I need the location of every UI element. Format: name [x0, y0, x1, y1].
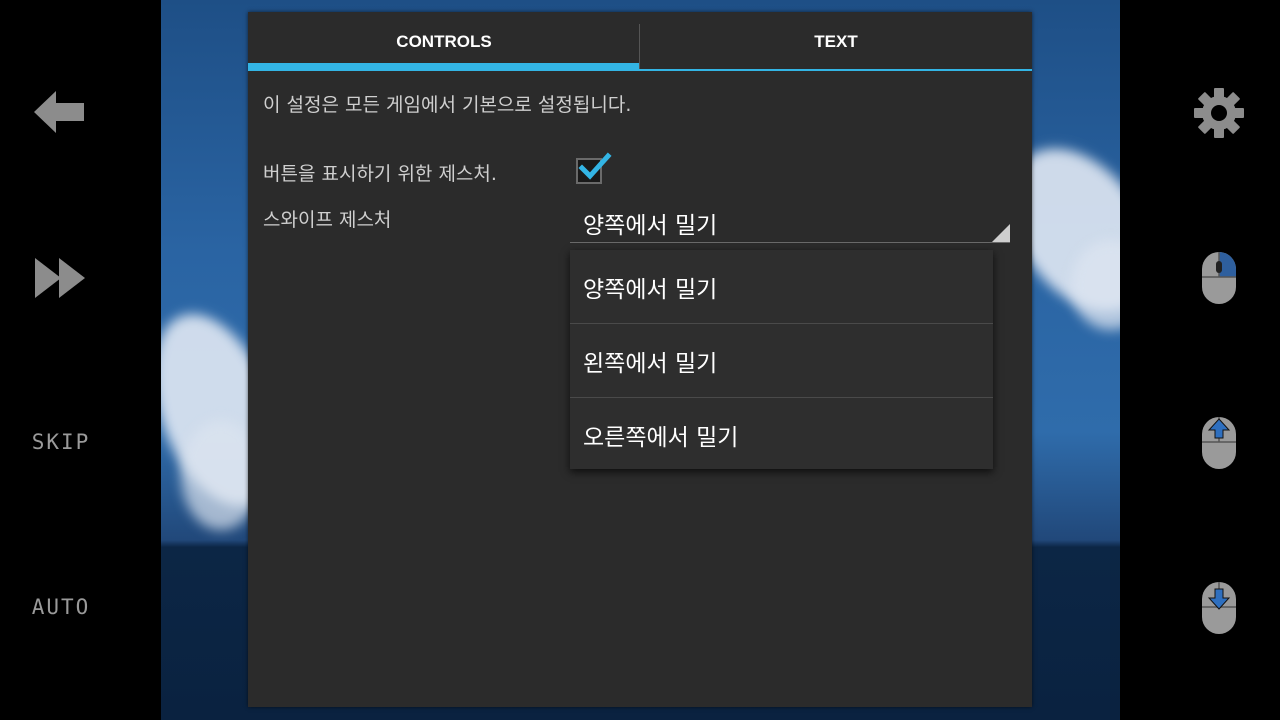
swipe-label: 스와이프 제스처	[263, 209, 392, 231]
settings-button[interactable]	[1192, 86, 1246, 140]
fast-forward-button[interactable]	[30, 252, 90, 304]
dropdown-option-right[interactable]: 오른쪽에서 밀기	[570, 398, 993, 471]
tab-divider	[639, 24, 640, 70]
back-arrow-icon	[34, 91, 84, 133]
mouse-scroll-down-icon	[1202, 582, 1236, 634]
mouse-right-click-button[interactable]	[1200, 250, 1238, 306]
mouse-scroll-up-icon	[1202, 417, 1236, 469]
skip-button[interactable]: SKIP	[20, 424, 102, 460]
tab-bar: CONTROLS TEXT	[248, 12, 1032, 72]
spinner-corner-icon	[992, 224, 1010, 242]
selected-tab-indicator	[248, 63, 639, 71]
left-control-bar: SKIP AUTO	[0, 0, 161, 720]
fast-forward-icon	[35, 258, 85, 298]
settings-description: 이 설정은 모든 게임에서 기본으로 설정됩니다.	[263, 94, 632, 116]
gesture-checkbox[interactable]	[576, 152, 612, 184]
mouse-scroll-down-button[interactable]	[1200, 580, 1238, 636]
dropdown-option-left[interactable]: 왼쪽에서 밀기	[570, 324, 993, 398]
mouse-right-click-icon	[1202, 252, 1236, 304]
swipe-selected-value: 양쪽에서 밀기	[583, 213, 718, 239]
auto-button[interactable]: AUTO	[20, 589, 102, 625]
tab-baseline	[639, 69, 1032, 71]
mouse-scroll-up-button[interactable]	[1200, 415, 1238, 471]
right-control-bar	[1120, 0, 1280, 720]
tab-text[interactable]: TEXT	[640, 12, 1032, 72]
swipe-dropdown-menu: 양쪽에서 밀기 왼쪽에서 밀기 오른쪽에서 밀기	[570, 250, 993, 469]
checkmark-icon	[578, 152, 612, 180]
swipe-gesture-spinner[interactable]: 양쪽에서 밀기	[570, 202, 1010, 243]
gear-icon	[1194, 88, 1244, 138]
gesture-label: 버튼을 표시하기 위한 제스처.	[263, 163, 497, 185]
dropdown-option-both[interactable]: 양쪽에서 밀기	[570, 250, 993, 324]
back-button[interactable]	[30, 86, 90, 138]
